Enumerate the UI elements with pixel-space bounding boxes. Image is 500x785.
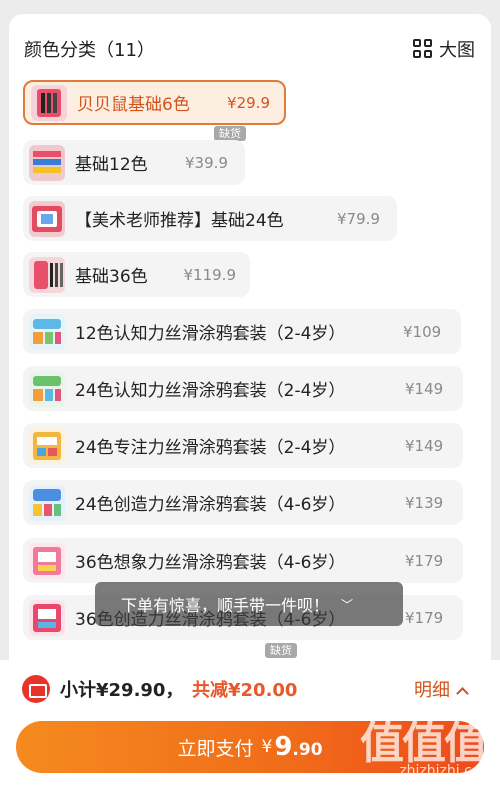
option-name: 24色创造力丝滑涂鸦套装（4-6岁）: [75, 495, 346, 515]
out-of-stock-badge: 缺货: [265, 643, 297, 658]
chevron-down-icon: ﹀: [341, 597, 354, 612]
large-image-view-label: 大图: [439, 40, 475, 61]
option-thumbnail: [29, 542, 65, 579]
option-item-3[interactable]: 基础36色 ¥119.9: [23, 252, 250, 297]
pay-currency: ¥: [261, 737, 273, 757]
option-item-6[interactable]: 24色专注力丝滑涂鸦套装（2-4岁） ¥149: [23, 423, 463, 468]
grid-view-icon: [413, 39, 433, 59]
watermark-logo: 值值值: [360, 718, 488, 769]
checkout-bar: 小计¥29.90， 共减¥20.00 明细 立即支付 ¥ 9.90 值值值 zh…: [0, 660, 500, 785]
option-name: 24色专注力丝滑涂鸦套装（2-4岁）: [75, 438, 346, 458]
subtotal-text: 小计¥29.90，: [60, 680, 184, 701]
option-item-7[interactable]: 24色创造力丝滑涂鸦套装（4-6岁） ¥139: [23, 480, 463, 525]
promo-toast-text: 下单有惊喜，顺手带一件呗！: [121, 596, 330, 615]
color-category-title: 颜色分类（11）: [24, 40, 155, 61]
option-thumbnail: [29, 427, 65, 464]
price-detail-label: 明细: [414, 680, 450, 701]
option-name: 36色想象力丝滑涂鸦套装（4-6岁）: [75, 553, 346, 573]
option-item-1[interactable]: 基础12色 ¥39.9: [23, 140, 245, 185]
option-price: ¥149: [405, 436, 444, 455]
option-thumbnail: [29, 313, 65, 350]
option-price: ¥179: [405, 551, 444, 570]
watermark-url: zhizhizhi.com: [399, 763, 494, 779]
option-name: 基础36色: [75, 267, 148, 287]
pay-now-label: 立即支付: [177, 737, 254, 760]
option-name: 【美术老师推荐】基础24色: [75, 211, 284, 231]
watermark: 值值值 zhizhizhi.com: [359, 707, 494, 779]
out-of-stock-badge: 缺货: [214, 126, 246, 141]
sheet-header: 颜色分类（11） 大图: [9, 14, 491, 80]
discount-text: 共减¥20.00: [192, 680, 298, 701]
option-thumbnail: [29, 599, 65, 636]
option-price: ¥79.9: [337, 209, 380, 228]
option-item-0[interactable]: 贝贝鼠基础6色 ¥29.9: [23, 80, 286, 125]
option-thumbnail: [29, 144, 65, 181]
option-price: ¥179: [405, 608, 444, 627]
option-item-4[interactable]: 12色认知力丝滑涂鸦套装（2-4岁） ¥109: [23, 309, 461, 354]
sku-selection-sheet: 颜色分类（11） 大图 贝贝鼠基础6色 ¥29.9 缺货 基础12色 ¥39.9…: [9, 14, 491, 674]
option-price: ¥109: [403, 322, 442, 341]
price-detail-button[interactable]: 明细: [414, 676, 469, 702]
option-item-2[interactable]: 【美术老师推荐】基础24色 ¥79.9: [23, 196, 397, 241]
option-name: 贝贝鼠基础6色: [77, 95, 190, 115]
option-name: 24色认知力丝滑涂鸦套装（2-4岁）: [75, 381, 346, 401]
option-name: 12色认知力丝滑涂鸦套装（2-4岁）: [75, 324, 346, 344]
option-name: 基础12色: [75, 155, 148, 175]
option-thumbnail: [31, 84, 67, 121]
option-thumbnail: [29, 370, 65, 407]
option-thumbnail: [29, 200, 65, 237]
option-price: ¥119.9: [183, 265, 237, 284]
pay-amount-dec: .90: [292, 740, 323, 760]
option-item-5[interactable]: 24色认知力丝滑涂鸦套装（2-4岁） ¥149: [23, 366, 463, 411]
option-price: ¥39.9: [185, 153, 228, 172]
option-price: ¥29.9: [227, 93, 270, 112]
coupon-icon: [22, 675, 50, 703]
pay-amount-int: 9: [274, 732, 293, 762]
option-thumbnail: [29, 484, 65, 521]
option-price: ¥139: [405, 493, 444, 512]
chevron-up-icon: [456, 687, 469, 700]
option-thumbnail: [29, 256, 65, 293]
option-item-8[interactable]: 36色想象力丝滑涂鸦套装（4-6岁） ¥179: [23, 538, 463, 583]
large-image-view-button[interactable]: 大图: [413, 36, 475, 62]
pay-amount: 9.90: [274, 732, 322, 762]
promo-toast[interactable]: 下单有惊喜，顺手带一件呗！ ﹀: [95, 582, 403, 626]
option-price: ¥149: [405, 379, 444, 398]
